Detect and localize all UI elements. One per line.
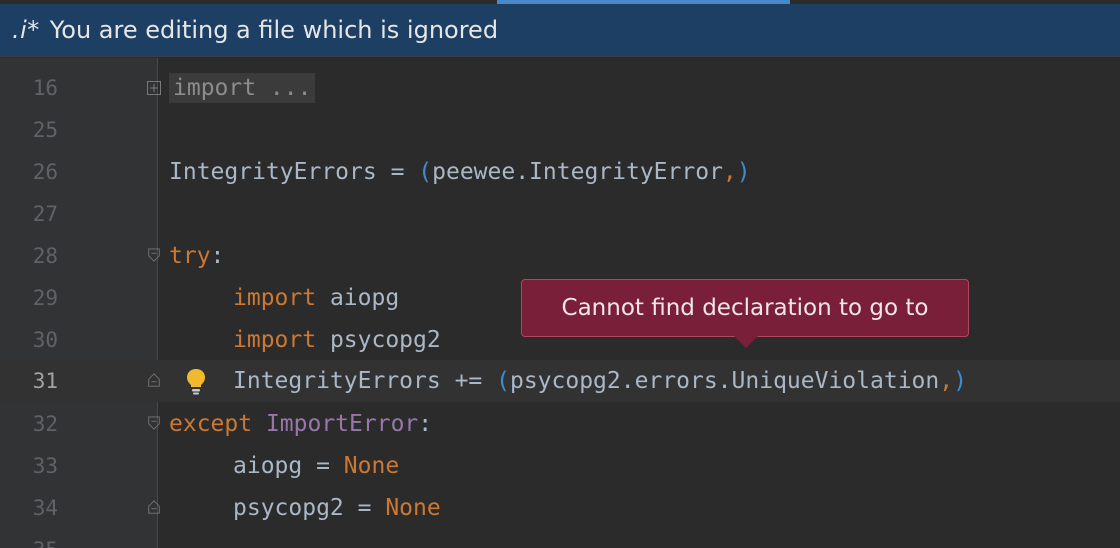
file-type-label: .i* [12,16,40,44]
expand-box-icon[interactable] [147,81,161,95]
code-line[interactable]: 25 [0,109,1120,151]
code-line[interactable]: 34 psycopg2 = None [0,487,1120,529]
line-number: 30 [32,328,58,352]
line-number: 35 [0,529,58,548]
line-number: 27 [32,202,58,226]
line-number: 28 [32,244,58,268]
tooltip-text: Cannot find declaration to go to [561,295,929,321]
fold-marker-icon[interactable] [147,500,161,514]
fold-marker-icon[interactable] [147,248,161,262]
code-text: import ... [169,67,316,109]
line-number: 16 [32,76,58,100]
code-line[interactable]: 32 except ImportError: [0,403,1120,445]
line-number: 31 [32,369,58,393]
lightbulb-icon[interactable] [184,367,208,395]
code-text: import aiopg [233,285,400,311]
ignored-file-banner: .i* You are editing a file which is igno… [0,4,1120,57]
tooltip-arrow [734,336,758,348]
fold-marker-icon[interactable] [147,416,161,430]
error-tooltip: Cannot find declaration to go to [521,279,969,348]
code-line-current[interactable]: 31 IntegrityErrors += (psycopg2.errors.U… [0,360,1120,402]
code-line[interactable]: 16 import ... [0,67,1120,109]
folded-imports[interactable]: import ... [169,73,316,103]
line-number: 29 [32,286,58,310]
code-text: IntegrityErrors = (peewee.IntegrityError… [169,159,751,185]
fold-marker-icon[interactable] [147,373,161,387]
line-number: 33 [32,454,58,478]
code-text: psycopg2 = None [233,495,441,521]
code-text: try: [169,243,225,269]
line-number: 34 [32,496,58,520]
code-line[interactable]: 33 aiopg = None [0,445,1120,487]
code-text: except ImportError: [169,411,433,437]
code-line[interactable]: 27 [0,193,1120,235]
code-text: import psycopg2 [233,327,441,353]
code-text: IntegrityErrors += (psycopg2.errors.Uniq… [233,368,967,394]
banner-message: You are editing a file which is ignored [49,16,499,44]
code-line[interactable]: 35 [0,529,1120,548]
code-text: aiopg = None [233,453,400,479]
line-number: 32 [32,412,58,436]
line-number: 26 [32,160,58,184]
code-line[interactable]: 28 try: [0,235,1120,277]
code-line[interactable]: 26 IntegrityErrors = (peewee.IntegrityEr… [0,151,1120,193]
line-number: 25 [32,118,58,142]
